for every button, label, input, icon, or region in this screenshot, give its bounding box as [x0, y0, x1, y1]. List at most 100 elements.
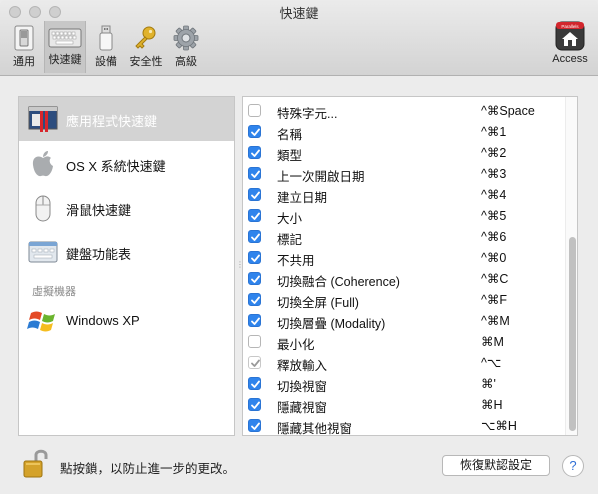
checkmark-icon — [251, 422, 260, 430]
checkmark-icon — [251, 128, 260, 136]
shortcut-checkbox[interactable] — [248, 293, 261, 306]
shortcut-keys[interactable]: ^⌘5 — [481, 208, 506, 223]
toolbar-access[interactable]: Parallels Access — [548, 21, 592, 73]
section-header-virtual-machines: 虛擬機器 — [32, 286, 76, 298]
shortcut-row: 切換融合 (Coherence) ^⌘C — [243, 268, 565, 289]
sidebar-item-label: 鍵盤功能表 — [66, 247, 132, 262]
help-button[interactable]: ? — [562, 455, 584, 477]
shortcut-checkbox[interactable] — [248, 251, 261, 264]
shortcut-checkbox[interactable] — [248, 104, 261, 117]
shortcut-row: 隱藏視窗 ⌘H — [243, 394, 565, 415]
sidebar-item-windows-xp[interactable]: Windows XP — [19, 299, 234, 343]
parallels-access-icon: Parallels — [555, 21, 585, 51]
shortcut-name: 上一次開啟日期 — [277, 170, 365, 184]
shortcut-row: 最小化 ⌘M — [243, 331, 565, 352]
shortcut-name: 不共用 — [277, 254, 315, 268]
sidebar-item-label: 應用程式快速鍵 — [66, 114, 158, 129]
shortcut-row: 切換視窗 ⌘' — [243, 373, 565, 394]
shortcut-keys[interactable]: ^⌘6 — [481, 229, 506, 244]
shortcut-row: 不共用 ^⌘0 — [243, 247, 565, 268]
shortcut-checkbox[interactable] — [248, 188, 261, 201]
shortcut-row: 釋放輸入 ^⌥ — [243, 352, 565, 373]
gear-icon — [173, 25, 199, 51]
shortcut-keys[interactable]: ^⌘C — [481, 271, 508, 286]
shortcut-name: 特殊字元... — [277, 107, 338, 121]
shortcut-keys[interactable]: ⌘H — [481, 397, 503, 412]
app-window-icon — [28, 106, 58, 132]
toolbar-label: 通用 — [13, 56, 35, 68]
shortcut-keys[interactable]: ^⌘1 — [481, 124, 506, 139]
scrollbar-thumb[interactable] — [569, 237, 576, 431]
shortcut-keys[interactable]: ^⌘3 — [481, 166, 506, 181]
shortcut-keys[interactable]: ⌘M — [481, 334, 504, 349]
shortcut-keys[interactable]: ^⌘0 — [481, 250, 506, 265]
shortcut-row: 建立日期 ^⌘4 — [243, 184, 565, 205]
checkmark-icon — [251, 296, 260, 304]
shortcut-keys[interactable]: ^⌘4 — [481, 187, 506, 202]
sidebar-item-keyboard-menu[interactable]: 鍵盤功能表 — [19, 230, 234, 274]
checkmark-icon — [251, 233, 260, 241]
shortcut-keys[interactable]: ⌥⌘H — [481, 418, 517, 433]
toolbar-label: 設備 — [95, 56, 117, 68]
shortcut-checkbox[interactable] — [248, 335, 261, 348]
switch-icon — [14, 25, 34, 51]
shortcut-name: 隱藏視窗 — [277, 401, 328, 415]
sidebar-item-mouse-shortcuts[interactable]: 滑鼠快速鍵 — [19, 186, 234, 230]
shortcut-checkbox[interactable] — [248, 314, 261, 327]
shortcut-keys[interactable]: ^⌘M — [481, 313, 510, 328]
checkmark-icon — [251, 212, 260, 220]
toolbar-general[interactable]: 通用 — [8, 21, 40, 73]
shortcut-checkbox[interactable] — [248, 419, 261, 432]
toolbar-shortcuts[interactable]: 快速鍵 — [44, 21, 86, 73]
shortcut-keys[interactable]: ^⌘2 — [481, 145, 506, 160]
shortcut-checkbox[interactable] — [248, 230, 261, 243]
toolbar-label: 安全性 — [129, 56, 163, 68]
toolbar-label: 快速鍵 — [48, 54, 82, 66]
restore-defaults-button[interactable]: 恢復默認設定 — [442, 455, 550, 476]
toolbar-security[interactable]: 安全性 — [126, 21, 166, 73]
sidebar-item-application-shortcuts[interactable]: 應用程式快速鍵 — [19, 97, 234, 141]
shortcut-name: 隱藏其他視窗 — [277, 422, 353, 436]
shortcut-checkbox[interactable] — [248, 125, 261, 138]
checkmark-icon — [251, 275, 260, 283]
checkmark-icon — [251, 401, 260, 409]
toolbar-label: 高級 — [175, 56, 197, 68]
toolbar-advanced[interactable]: 高級 — [170, 21, 202, 73]
shortcut-checkbox[interactable] — [248, 209, 261, 222]
title-toolbar: 快速鍵 通用 快速鍵 設備 安全性 高級 Parallels Access — [0, 0, 598, 76]
toolbar-devices[interactable]: 設備 — [90, 21, 122, 73]
shortcut-name: 釋放輸入 — [277, 359, 328, 373]
sidebar-item-osx-shortcuts[interactable]: OS X 系統快速鍵 — [19, 142, 234, 186]
lock-icon[interactable] — [22, 448, 50, 480]
keyboard-icon — [48, 28, 82, 48]
shortcut-row: 大小 ^⌘5 — [243, 205, 565, 226]
shortcut-row: 類型 ^⌘2 — [243, 142, 565, 163]
shortcut-checkbox[interactable] — [248, 146, 261, 159]
sidebar-item-label: 滑鼠快速鍵 — [66, 203, 132, 218]
shortcut-row: 隱藏其他視窗 ⌥⌘H — [243, 415, 565, 436]
shortcut-keys[interactable]: ⌘' — [481, 376, 496, 391]
apple-icon — [32, 151, 53, 177]
shortcut-row: 標記 ^⌘6 — [243, 226, 565, 247]
shortcut-checkbox[interactable] — [248, 356, 261, 369]
checkmark-icon — [251, 149, 260, 157]
shortcut-name: 切換視窗 — [277, 380, 328, 394]
shortcut-name: 類型 — [277, 149, 303, 163]
toolbar-label: Access — [552, 53, 588, 65]
shortcut-checkbox[interactable] — [248, 377, 261, 390]
shortcut-checkbox[interactable] — [248, 272, 261, 285]
checkmark-icon — [251, 380, 260, 388]
checkmark-icon — [251, 254, 260, 262]
list-scrollbar[interactable] — [565, 97, 577, 435]
shortcut-keys[interactable]: ^⌥ — [481, 355, 501, 370]
shortcut-category-sidebar: 應用程式快速鍵 OS X 系統快速鍵 滑鼠快速鍵 鍵盤功能表 虛擬機器 Wind… — [18, 96, 235, 436]
shortcut-checkbox[interactable] — [248, 398, 261, 411]
shortcut-keys[interactable]: ^⌘Space — [481, 103, 535, 118]
shortcut-keys[interactable]: ^⌘F — [481, 292, 507, 307]
shortcut-name: 名稱 — [277, 128, 303, 142]
key-icon — [135, 26, 156, 49]
shortcut-checkbox[interactable] — [248, 167, 261, 180]
mouse-icon — [35, 195, 51, 222]
shortcut-row: 切換層疊 (Modality) ^⌘M — [243, 310, 565, 331]
shortcut-name: 大小 — [277, 212, 303, 226]
